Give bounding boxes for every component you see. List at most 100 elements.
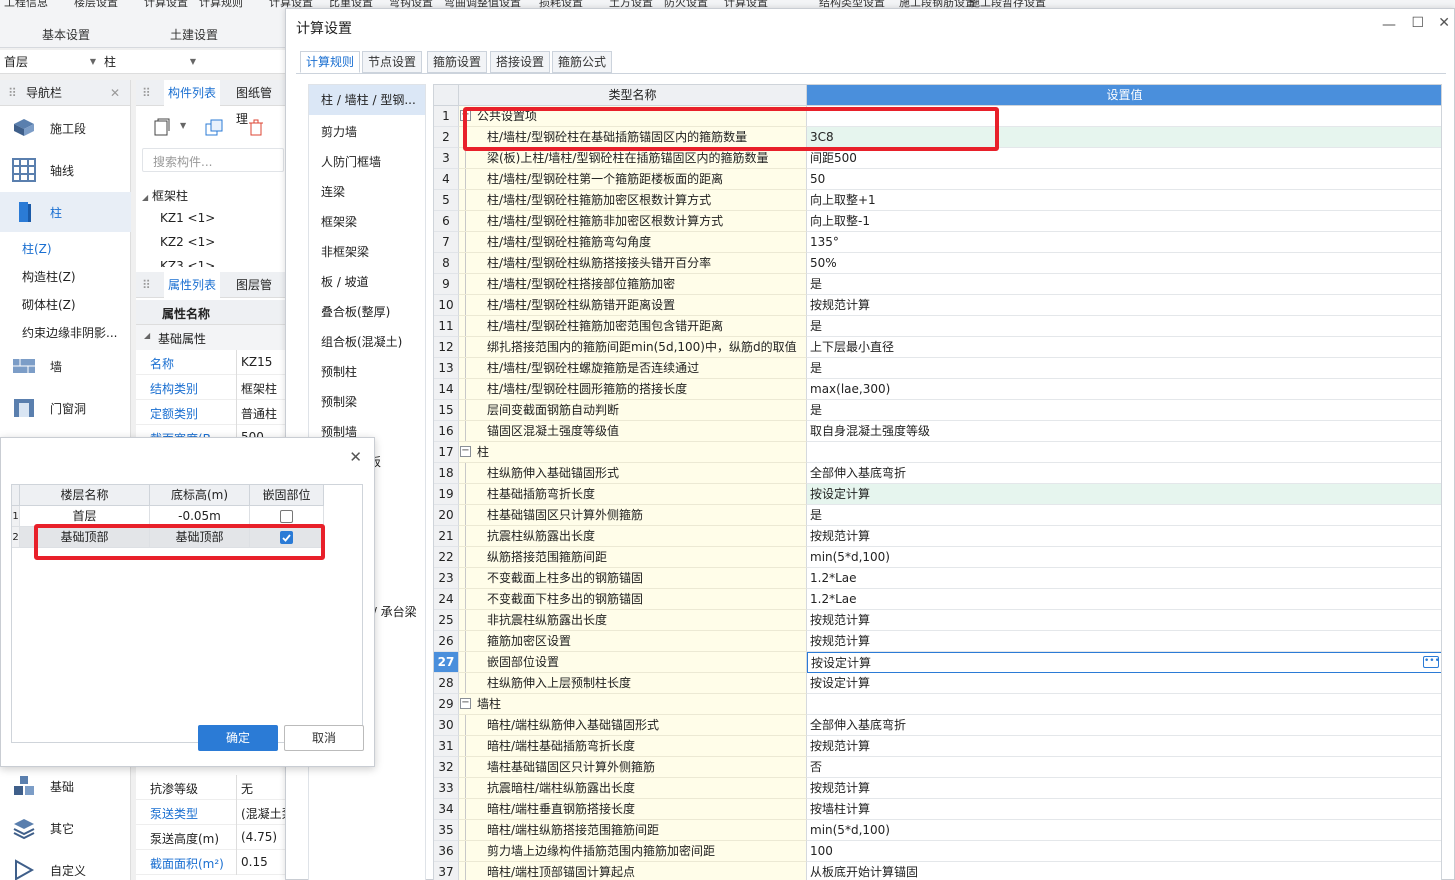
nav-sub-item[interactable]: 砌体柱(Z) <box>22 296 76 313</box>
minimize-icon[interactable]: — <box>1382 17 1396 33</box>
table-row[interactable]: 36 剪力墙上边缘构件插筋范围内箍筋加密间距 100 <box>434 841 1441 862</box>
row-value[interactable]: 取自身混凝土强度等级 <box>807 421 1441 442</box>
row-value[interactable]: 按规范计算 <box>807 736 1441 757</box>
row-value[interactable]: min(5*d,100) <box>807 820 1441 841</box>
nav-item[interactable]: 门窗洞 <box>0 388 131 428</box>
row-value[interactable]: 间距500 <box>807 148 1441 169</box>
row-value[interactable]: 按墙柱计算 <box>807 799 1441 820</box>
property-value[interactable]: 框架柱 <box>236 375 286 400</box>
embed-checkbox[interactable] <box>280 510 293 523</box>
row-value[interactable]: 50 <box>807 169 1441 190</box>
row-value[interactable]: 按规范计算 <box>807 295 1441 316</box>
close-icon[interactable]: ✕ <box>1438 15 1450 31</box>
component-search-input[interactable]: 搜索构件... <box>142 148 284 172</box>
nav-sub-item[interactable]: 约束边缘非阴影... <box>22 324 117 341</box>
row-value[interactable]: 100 <box>807 841 1441 862</box>
table-row[interactable]: 23 不变截面上柱多出的钢筋锚固 1.2*Lae <box>434 568 1441 589</box>
table-row[interactable]: 13 柱/墙柱/型钢砼柱螺旋箍筋是否连续通过 是 <box>434 358 1441 379</box>
table-row[interactable]: 26 箍筋加密区设置 按规范计算 <box>434 631 1441 652</box>
collapse-icon[interactable]: − <box>460 110 471 121</box>
category-item[interactable]: 非框架梁 <box>321 243 369 260</box>
drag-handle-icon[interactable]: ⠿ <box>142 86 151 100</box>
ribbon-item[interactable]: 计算设置 <box>144 0 188 10</box>
table-row[interactable]: 11 柱/墙柱/型钢砼柱箍筋加密范围包含错开距离 是 <box>434 316 1441 337</box>
delete-icon[interactable] <box>246 118 266 138</box>
category-item[interactable]: 预制柱 <box>321 363 357 380</box>
tab-component-list[interactable]: 构件列表 <box>164 80 221 106</box>
row-value[interactable]: 是 <box>807 274 1441 295</box>
component-item[interactable]: KZ2 <1> <box>160 235 215 249</box>
floor-select[interactable]: 首层 ▼ <box>4 53 96 71</box>
table-row[interactable]: 7 柱/墙柱/型钢砼柱箍筋弯勾角度 135° <box>434 232 1441 253</box>
row-value[interactable]: 按设定计算 ••• <box>807 652 1441 673</box>
table-row[interactable]: 33 抗震暗柱/端柱纵筋露出长度 按规范计算 <box>434 778 1441 799</box>
maximize-icon[interactable]: ☐ <box>1411 15 1424 31</box>
nav-item[interactable]: 墙 <box>0 346 131 386</box>
row-value[interactable]: 按设定计算 <box>807 673 1441 694</box>
row-value[interactable]: 1.2*Lae <box>807 568 1441 589</box>
category-item[interactable]: 叠合板(整厚) <box>321 303 390 320</box>
more-options-icon[interactable]: ••• <box>1423 656 1440 668</box>
tab-stirrup-formula[interactable]: 箍筋公式 <box>552 51 613 73</box>
drag-handle-icon[interactable]: ⠿ <box>142 278 151 292</box>
category-item[interactable]: 组合板(混凝土) <box>321 333 402 350</box>
table-row[interactable]: 19 柱基础插筋弯折长度 按设定计算 <box>434 484 1441 505</box>
nav-item[interactable]: 轴线 <box>0 150 131 190</box>
property-value[interactable]: KZ15 <box>236 350 286 375</box>
row-value[interactable]: 135° <box>807 232 1441 253</box>
row-value[interactable]: 上下层最小直径 <box>807 337 1441 358</box>
table-row[interactable]: 29− 墙柱 <box>434 694 1441 715</box>
table-row[interactable]: 9 柱/墙柱/型钢砼柱搭接部位箍筋加密 是 <box>434 274 1441 295</box>
nav-item[interactable]: 施工段 <box>0 108 131 148</box>
row-value[interactable]: 是 <box>807 358 1441 379</box>
table-row[interactable]: 1− 公共设置项 <box>434 106 1441 127</box>
ribbon-item[interactable]: 楼层设置 <box>74 0 118 10</box>
table-row[interactable]: 17− 柱 <box>434 442 1441 463</box>
tab-calc-rules[interactable]: 计算规则 <box>300 51 361 73</box>
table-row[interactable]: 30 暗柱/端柱纵筋伸入基础锚固形式 全部伸入基底弯折 <box>434 715 1441 736</box>
category-item[interactable]: 柱 / 墙柱 / 型钢... <box>309 85 425 115</box>
property-value[interactable]: (4.75) <box>236 825 286 850</box>
row-value[interactable]: 向上取整+1 <box>807 190 1441 211</box>
row-value[interactable]: 向上取整-1 <box>807 211 1441 232</box>
row-value[interactable]: 50% <box>807 253 1441 274</box>
nav-item[interactable]: 柱 <box>0 192 131 232</box>
floor-name-cell[interactable]: 基础顶部 <box>20 527 150 548</box>
tab-stirrup[interactable]: 箍筋设置 <box>427 51 488 73</box>
row-value[interactable]: 按规范计算 <box>807 526 1441 547</box>
row-value[interactable]: 3C8 <box>807 127 1441 148</box>
tab-lap[interactable]: 搭接设置 <box>490 51 551 73</box>
tab-property-list[interactable]: 属性列表 <box>164 272 221 298</box>
row-value[interactable]: 按设定计算 <box>807 484 1441 505</box>
row-value[interactable]: 按规范计算 <box>807 631 1441 652</box>
table-row[interactable]: 5 柱/墙柱/型钢砼柱箍筋加密区根数计算方式 向上取整+1 <box>434 190 1441 211</box>
ribbon-item[interactable]: 工程信息 <box>4 0 48 10</box>
drag-handle-icon[interactable]: ⠿ <box>8 80 17 106</box>
category-item[interactable]: 剪力墙 <box>321 123 357 140</box>
category-item[interactable]: 框架梁 <box>321 213 357 230</box>
copy-icon[interactable] <box>204 118 224 138</box>
component-item[interactable]: KZ3 <1> <box>160 259 215 267</box>
ribbon-item[interactable]: 计算规则 <box>199 0 243 10</box>
nav-item[interactable]: 基础 <box>0 766 131 806</box>
new-component-icon[interactable] <box>152 118 172 138</box>
category-item[interactable]: 连梁 <box>321 183 345 200</box>
row-value[interactable]: 从板底开始计算锚固 <box>807 862 1441 880</box>
table-row[interactable]: 28 柱纵筋伸入上层预制柱长度 按设定计算 <box>434 673 1441 694</box>
tab-drawing-management[interactable]: 图纸管理 <box>232 80 286 126</box>
table-row[interactable]: 25 非抗震柱纵筋露出长度 按规范计算 <box>434 610 1441 631</box>
embed-checkbox[interactable] <box>280 531 293 544</box>
table-row[interactable]: 21 抗震柱纵筋露出长度 按规范计算 <box>434 526 1441 547</box>
table-row[interactable]: 22 纵筋搭接范围箍筋间距 min(5*d,100) <box>434 547 1441 568</box>
tab-node[interactable]: 节点设置 <box>362 51 423 73</box>
type-select[interactable]: 柱 ▼ <box>104 53 196 71</box>
cancel-button[interactable]: 取消 <box>284 725 364 751</box>
table-row[interactable]: 4 柱/墙柱/型钢砼柱第一个箍筋距楼板面的距离 50 <box>434 169 1441 190</box>
table-row[interactable]: 31 暗柱/端柱基础插筋弯折长度 按规范计算 <box>434 736 1441 757</box>
ok-button[interactable]: 确定 <box>198 725 278 751</box>
row-value[interactable]: min(5*d,100) <box>807 547 1441 568</box>
floor-elevation-cell[interactable]: 基础顶部 <box>150 527 250 548</box>
row-value[interactable]: max(lae,300) <box>807 379 1441 400</box>
property-group[interactable]: ◢ 基础属性 <box>136 325 286 350</box>
table-row[interactable]: 37 暗柱/端柱顶部锚固计算起点 从板底开始计算锚固 <box>434 862 1441 880</box>
